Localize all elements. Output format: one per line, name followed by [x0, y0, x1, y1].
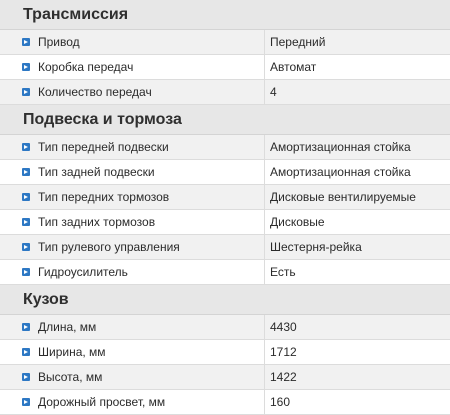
section-transmission: Трансмиссия Привод Передний Коробка пере… — [0, 0, 450, 105]
spec-row: Ширина, мм 1712 — [0, 340, 450, 365]
arrow-right-bullet-icon — [22, 348, 30, 356]
spec-label: Тип передней подвески — [38, 140, 169, 154]
spec-label: Высота, мм — [38, 370, 103, 384]
spec-label: Тип рулевого управления — [38, 240, 180, 254]
section-title: Трансмиссия — [0, 0, 450, 30]
arrow-right-bullet-icon — [22, 398, 30, 406]
spec-row: Высота, мм 1422 — [0, 365, 450, 390]
spec-value: Автомат — [270, 60, 317, 74]
arrow-right-bullet-icon — [22, 63, 30, 71]
spec-row: Тип передней подвески Амортизационная ст… — [0, 135, 450, 160]
spec-row: Тип рулевого управления Шестерня-рейка — [0, 235, 450, 260]
section-title: Кузов — [0, 285, 450, 315]
arrow-right-bullet-icon — [22, 373, 30, 381]
spec-label: Гидроусилитель — [38, 265, 128, 279]
section-suspension-brakes: Подвеска и тормоза Тип передней подвески… — [0, 105, 450, 285]
spec-row: Гидроусилитель Есть — [0, 260, 450, 285]
arrow-right-bullet-icon — [22, 143, 30, 151]
spec-value: 4 — [270, 85, 277, 99]
spec-value: Шестерня-рейка — [270, 240, 362, 254]
arrow-right-bullet-icon — [22, 88, 30, 96]
arrow-right-bullet-icon — [22, 218, 30, 226]
spec-value: 160 — [270, 395, 291, 409]
spec-row: Количество передач 4 — [0, 80, 450, 105]
section-title: Подвеска и тормоза — [0, 105, 450, 135]
spec-label: Дорожный просвет, мм — [38, 395, 166, 409]
spec-value: Есть — [270, 265, 296, 279]
spec-value: Амортизационная стойка — [270, 165, 411, 179]
spec-row: Тип задней подвески Амортизационная стой… — [0, 160, 450, 185]
arrow-right-bullet-icon — [22, 323, 30, 331]
spec-value: Дисковые вентилируемые — [270, 190, 416, 204]
spec-label: Коробка передач — [38, 60, 134, 74]
spec-label: Количество передач — [38, 85, 152, 99]
spec-label: Длина, мм — [38, 320, 97, 334]
arrow-right-bullet-icon — [22, 243, 30, 251]
spec-value: 1712 — [270, 345, 297, 359]
spec-label: Тип задних тормозов — [38, 215, 156, 229]
spec-value: 4430 — [270, 320, 297, 334]
spec-value: Амортизационная стойка — [270, 140, 411, 154]
spec-value: Дисковые — [270, 215, 325, 229]
spec-label: Тип передних тормозов — [38, 190, 170, 204]
spec-row: Длина, мм 4430 — [0, 315, 450, 340]
spec-row: Тип передних тормозов Дисковые вентилиру… — [0, 185, 450, 210]
spec-value: Передний — [270, 35, 326, 49]
arrow-right-bullet-icon — [22, 38, 30, 46]
arrow-right-bullet-icon — [22, 268, 30, 276]
arrow-right-bullet-icon — [22, 168, 30, 176]
spec-label: Привод — [38, 35, 80, 49]
section-body: Кузов Длина, мм 4430 Ширина, мм 1712 Выс… — [0, 285, 450, 415]
specs-table: Трансмиссия Привод Передний Коробка пере… — [0, 0, 450, 415]
spec-label: Тип задней подвески — [38, 165, 155, 179]
spec-row: Тип задних тормозов Дисковые — [0, 210, 450, 235]
spec-value: 1422 — [270, 370, 297, 384]
spec-row: Дорожный просвет, мм 160 — [0, 390, 450, 415]
spec-row: Коробка передач Автомат — [0, 55, 450, 80]
spec-label: Ширина, мм — [38, 345, 106, 359]
arrow-right-bullet-icon — [22, 193, 30, 201]
spec-row: Привод Передний — [0, 30, 450, 55]
